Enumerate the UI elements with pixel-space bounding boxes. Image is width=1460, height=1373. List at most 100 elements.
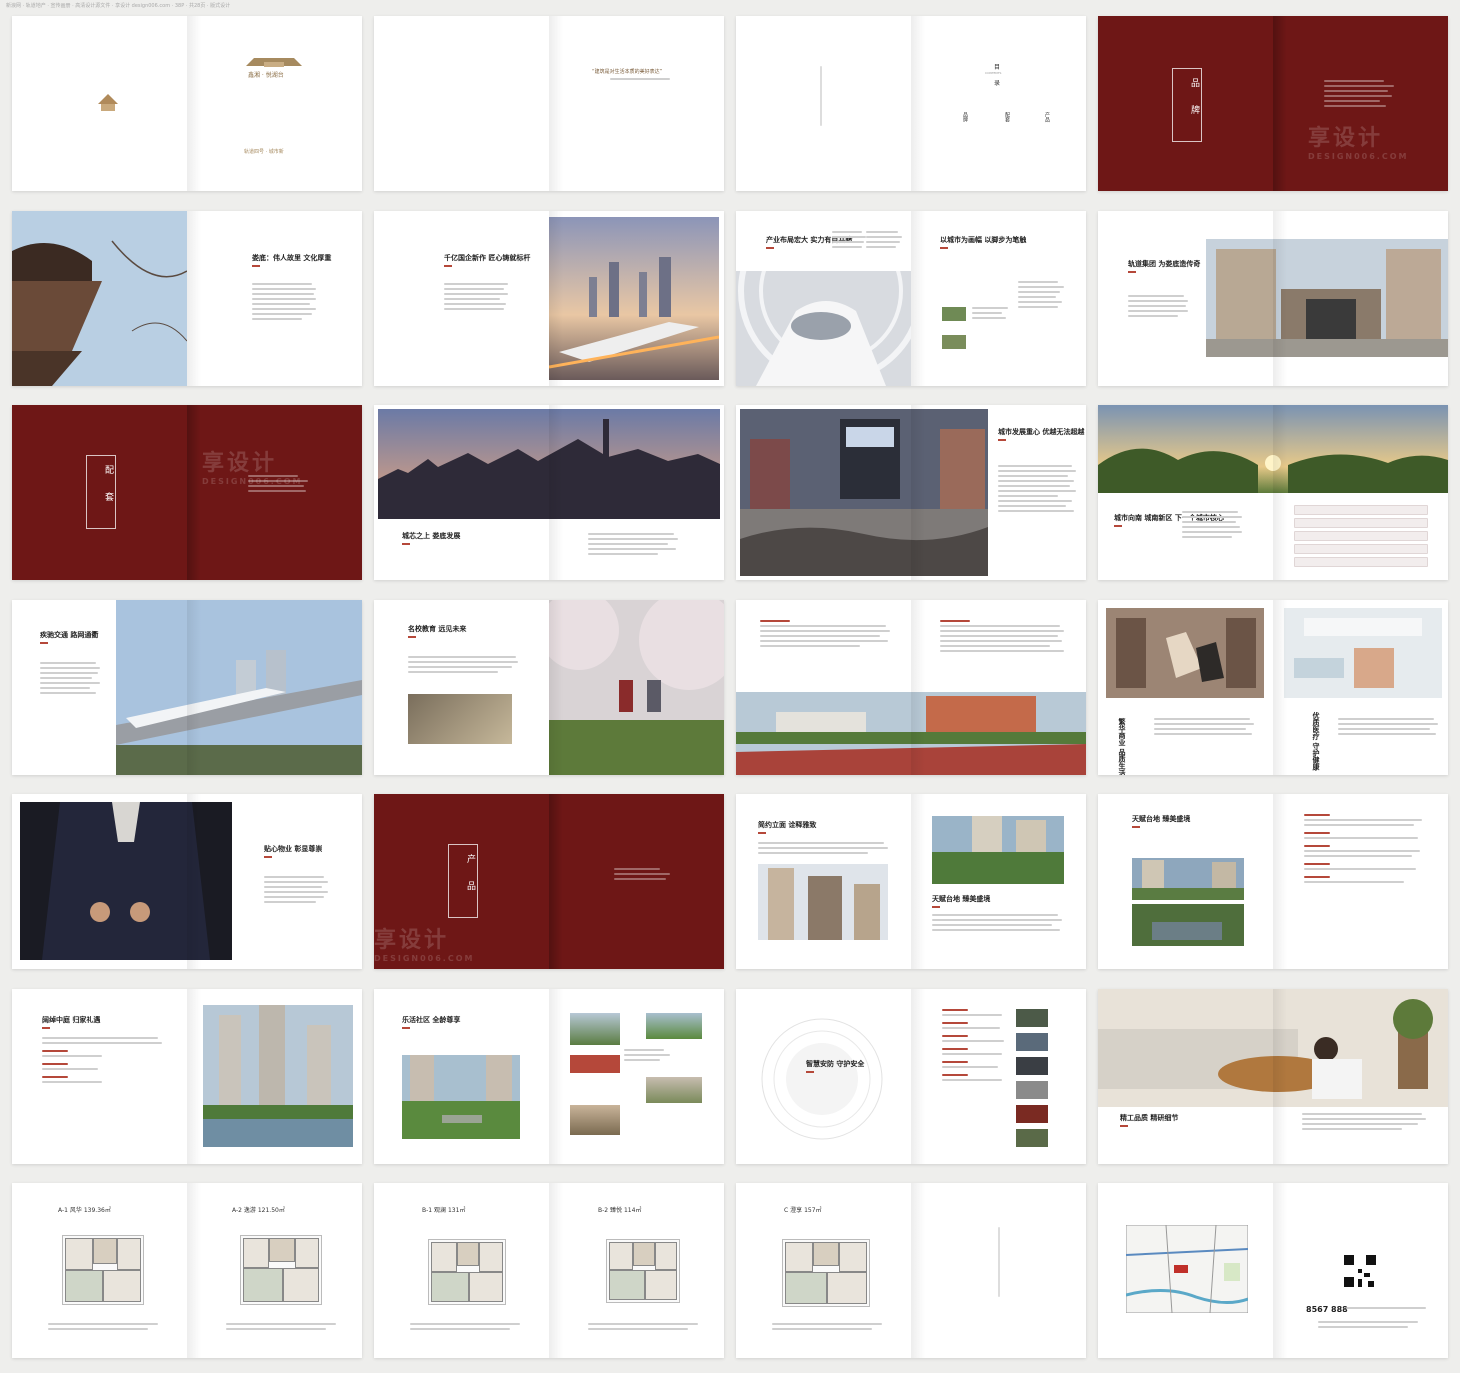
spread-facade[interactable]: 简约立面 诠释雅致 天赋台地 臻美盛境 xyxy=(736,794,1086,969)
running-track-photo xyxy=(570,1054,620,1073)
school-text-right xyxy=(940,619,1064,655)
title-city-brush-text: 以城市为画幅 以脚步为笔触 xyxy=(940,234,1027,244)
spread-shopping-medical[interactable]: 繁华商业 品质生活 优质医疗 守护健康 xyxy=(1098,599,1448,775)
title-landscape-text-2: 天赋台地 臻美盛境 xyxy=(932,894,991,903)
toc-contents: CONTENTS xyxy=(985,71,1002,75)
title-rail-group: 轨道集团 为娄底造传奇 xyxy=(1128,259,1200,273)
brand-intro-text xyxy=(1324,80,1394,110)
security-thumb-3 xyxy=(1016,1056,1048,1075)
title-quality-text: 精工品质 精研细节 xyxy=(1120,1112,1179,1122)
title-city-brush: 以城市为画幅 以脚步为笔触 xyxy=(940,235,1026,249)
title-bigco-text: 千亿国企新作 匠心铸就标杆 xyxy=(444,252,531,262)
spread-heritage[interactable]: 娄底：伟人故里 文化厚重 xyxy=(12,210,362,386)
highspeed-train-photo xyxy=(549,216,719,380)
spread-quality[interactable]: 精工品质 精研细节 xyxy=(1098,988,1448,1164)
thumb-photo xyxy=(942,334,966,349)
spread-toc[interactable]: 目 CONTENTS 录 品牌 配套 产品 xyxy=(736,16,1086,191)
unit-c-name: 澄享 xyxy=(790,1207,803,1214)
unit-c-area: 157㎡ xyxy=(804,1207,822,1214)
title-heritage: 娄底：伟人故里 文化厚重 xyxy=(252,253,331,267)
title-school: 名校教育 远见未来 xyxy=(408,624,466,638)
city-brush-body xyxy=(972,306,1012,322)
unit-b2-name: 臻悦 xyxy=(610,1207,623,1214)
spread-community[interactable]: 乐活社区 全龄尊享 xyxy=(374,988,724,1164)
unit-c-code: C xyxy=(784,1207,789,1214)
title-facade: 简约立面 诠释雅致 xyxy=(758,820,816,834)
spread-courtyard[interactable]: 阔绰中庭 归家礼遇 xyxy=(12,988,362,1164)
floorplan-b1[interactable] xyxy=(428,1239,506,1305)
floorplan-a2[interactable] xyxy=(240,1235,322,1305)
title-center: 城市发展重心 优越无法超越 xyxy=(998,427,1084,441)
unit-a1-code: A-1 xyxy=(58,1207,68,1214)
elevated-rail-photo xyxy=(116,599,362,775)
disclaimer xyxy=(1318,1321,1418,1331)
shopping-photo xyxy=(1106,607,1264,698)
hotline-number[interactable]: 8567 888 xyxy=(1306,1305,1348,1314)
toc-item-facility[interactable]: 配套 xyxy=(1004,112,1011,122)
facade-body-2 xyxy=(932,914,1062,934)
spread-property[interactable]: 贴心物业 彰显尊崇 xyxy=(12,794,362,969)
spread-section-facility[interactable]: 配套 享设计 DESIGN006.COM xyxy=(12,405,362,580)
spread-security[interactable]: 智慧安防 守护安全 xyxy=(736,988,1086,1164)
facility-intro-text xyxy=(248,475,308,495)
section-facility-char-1: 配 xyxy=(103,465,113,492)
location-map[interactable] xyxy=(1126,1225,1248,1313)
bigco-body xyxy=(444,282,508,313)
unit-b2-label: B-2 臻悦 114㎡ xyxy=(598,1205,641,1214)
garden-path-photo xyxy=(932,816,1064,884)
medical-body xyxy=(1338,717,1438,738)
unit-b2-notes xyxy=(588,1323,698,1333)
title-property: 贴心物业 彰显尊崇 xyxy=(264,844,322,858)
spread-industry[interactable]: 产业布局宏大 实力有目共睹 以城市为画幅 以脚步为笔触 xyxy=(736,210,1086,386)
spread-bigco[interactable]: 千亿国企新作 匠心铸就标杆 xyxy=(374,210,724,386)
spread-location[interactable]: 8567 888 xyxy=(1098,1183,1448,1358)
floorplan-c[interactable] xyxy=(782,1239,870,1307)
logo-icon xyxy=(98,94,118,111)
title-rail-group-text: 轨道集团 为娄底造传奇 xyxy=(1128,258,1201,268)
title-core: 城芯之上 娄底发展 xyxy=(402,531,460,545)
title-heritage-text: 娄底：伟人故里 文化厚重 xyxy=(252,252,332,262)
unit-a2-code: A-2 xyxy=(232,1207,242,1214)
spread-center[interactable]: 城市发展重心 优越无法超越 xyxy=(736,405,1086,580)
toc-item-product[interactable]: 产品 xyxy=(1044,112,1051,122)
spread-section-brand[interactable]: 品牌 享设计 DESIGN006.COM xyxy=(1098,16,1448,191)
title-community-text: 乐活社区 全龄尊享 xyxy=(402,1014,461,1024)
spread-units-a[interactable]: A-1 风华 139.36㎡ A-2 逸游 121.50㎡ xyxy=(12,1183,362,1358)
spread-core[interactable]: 城芯之上 娄底发展 xyxy=(374,405,724,580)
title-medical-text: 优质医疗 守护健康 xyxy=(1312,711,1321,770)
title-shopping-text: 繁华商业 品质生活 xyxy=(1118,717,1127,775)
watermark: 享设计 DESIGN006.COM xyxy=(374,922,474,963)
qr-code[interactable] xyxy=(1342,1253,1378,1289)
spread-cover[interactable]: 鑫湘 · 悦湖台 轨道四号 · 城市新 xyxy=(12,16,362,191)
unit-b1-label: B-1 观澜 131㎡ xyxy=(422,1205,465,1214)
spread-school-2[interactable] xyxy=(736,599,1086,775)
medical-photo xyxy=(1284,607,1442,698)
spread-landscape[interactable]: 天赋台地 臻美盛境 xyxy=(1098,794,1448,969)
spread-traffic[interactable]: 疾驰交通 路网通衢 xyxy=(12,599,362,775)
unit-a-notes xyxy=(48,1323,158,1333)
title-security: 智慧安防 守护安全 xyxy=(806,1059,864,1073)
unit-a2-name: 逸游 xyxy=(243,1207,256,1214)
title-school-text: 名校教育 远见未来 xyxy=(408,623,467,633)
title-landscape: 天赋台地 臻美盛境 xyxy=(1132,814,1190,828)
pavilion-photo xyxy=(646,1076,702,1103)
unit-a1-label: A-1 风华 139.36㎡ xyxy=(58,1205,111,1214)
spread-section-product[interactable]: 产品 享设计 DESIGN006.COM xyxy=(374,794,724,969)
spread-south[interactable]: 城市向南 城南新区 下一个城市核心 xyxy=(1098,405,1448,580)
students-blossom-photo xyxy=(549,599,724,775)
unit-b1-name: 观澜 xyxy=(434,1207,447,1214)
header-note: 新浪网 · 轨道地产 · 宣传画册 · 高清设计源文件 · 享设计 design… xyxy=(6,3,231,9)
reading-photo xyxy=(408,693,512,744)
floorplan-b2[interactable] xyxy=(606,1239,680,1303)
title-shopping: 繁华商业 品质生活 xyxy=(1118,718,1127,775)
school-body xyxy=(408,655,518,676)
spread-unit-c[interactable]: C 澄享 157㎡ xyxy=(736,1183,1086,1358)
path-photo xyxy=(646,1012,702,1039)
spread-units-b[interactable]: B-1 观澜 131㎡ B-2 臻悦 114㎡ xyxy=(374,1183,724,1358)
spread-quote[interactable]: “建筑是对生活本质的美好表达” xyxy=(374,16,724,191)
spread-school[interactable]: 名校教育 远见未来 xyxy=(374,599,724,775)
spread-rail-group[interactable]: 轨道集团 为娄底造传奇 xyxy=(1098,210,1448,386)
toc-item-brand[interactable]: 品牌 xyxy=(962,112,969,122)
floorplan-a1[interactable] xyxy=(62,1235,144,1305)
facade-tower-photo xyxy=(758,864,888,940)
